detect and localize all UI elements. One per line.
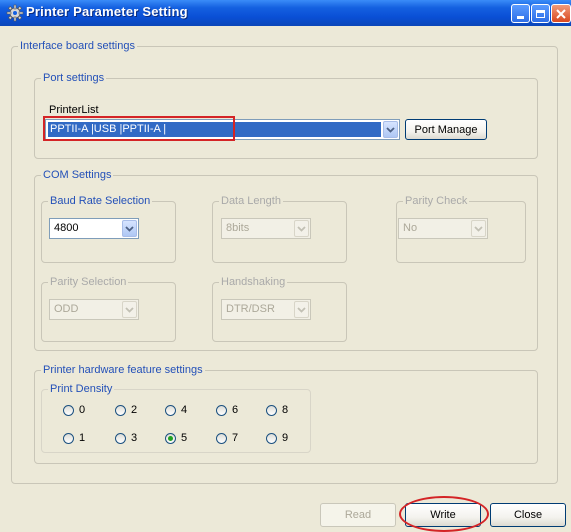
minimize-button[interactable] xyxy=(511,4,530,23)
interface-board-legend: Interface board settings xyxy=(18,40,137,53)
window-title: Printer Parameter Setting xyxy=(26,4,188,19)
chevron-down-icon xyxy=(122,301,137,318)
port-manage-label: Port Manage xyxy=(414,123,478,136)
density-radio[interactable]: 1 xyxy=(63,431,85,445)
close-label: Close xyxy=(513,509,543,521)
density-radio[interactable]: 2 xyxy=(115,403,137,417)
density-radio[interactable]: 0 xyxy=(63,403,85,417)
density-option-label: 4 xyxy=(181,404,188,416)
density-radio[interactable]: 8 xyxy=(266,403,288,417)
baud-rate-dropdown[interactable]: 4800 xyxy=(49,218,139,239)
chevron-down-icon[interactable] xyxy=(122,220,137,237)
radio-circle xyxy=(115,404,126,416)
data-length-dropdown[interactable]: 8bits xyxy=(221,218,311,239)
baud-rate-legend: Baud Rate Selection xyxy=(48,195,153,208)
radio-circle xyxy=(266,432,277,444)
density-option-label: 5 xyxy=(181,432,188,444)
chevron-down-icon xyxy=(294,220,309,237)
density-option-label: 7 xyxy=(232,432,239,444)
parity-selection-legend: Parity Selection xyxy=(48,276,129,289)
radio-circle xyxy=(266,404,277,416)
chevron-down-icon xyxy=(294,301,309,318)
radio-circle xyxy=(216,404,227,416)
handshaking-dropdown[interactable]: DTR/DSR xyxy=(221,299,311,320)
density-option-label: 1 xyxy=(79,432,86,444)
annotation-highlight-rectangle xyxy=(43,116,235,141)
density-radio-selected[interactable]: 5 xyxy=(165,431,187,445)
radio-circle xyxy=(115,432,126,444)
maximize-button[interactable] xyxy=(531,4,550,23)
close-button[interactable]: Close xyxy=(490,503,566,527)
maximize-icon xyxy=(536,9,545,18)
data-length-value: 8bits xyxy=(226,222,250,234)
gear-icon xyxy=(6,4,24,22)
density-option-label: 8 xyxy=(282,404,289,416)
annotation-highlight-ellipse xyxy=(399,496,489,532)
density-radio[interactable]: 3 xyxy=(115,431,137,445)
data-length-legend: Data Length xyxy=(219,195,283,208)
read-button[interactable]: Read xyxy=(320,503,396,527)
density-option-label: 6 xyxy=(232,404,239,416)
radio-circle xyxy=(216,432,227,444)
print-density-legend: Print Density xyxy=(48,383,115,396)
close-icon xyxy=(556,8,566,19)
hardware-settings-legend: Printer hardware feature settings xyxy=(41,364,205,377)
read-label: Read xyxy=(344,509,372,521)
radio-circle xyxy=(63,432,74,444)
radio-circle xyxy=(165,404,176,416)
title-bar[interactable]: Printer Parameter Setting xyxy=(0,0,571,26)
radio-dot xyxy=(168,435,173,441)
density-option-label: 3 xyxy=(131,432,138,444)
parity-check-legend: Parity Check xyxy=(403,195,470,208)
density-radio[interactable]: 6 xyxy=(216,403,238,417)
parity-selection-value: ODD xyxy=(54,303,79,315)
minimize-icon xyxy=(517,16,524,19)
parity-check-dropdown[interactable]: No xyxy=(398,218,488,239)
close-window-button[interactable] xyxy=(551,4,571,23)
parity-selection-dropdown[interactable]: ODD xyxy=(49,299,139,320)
density-option-label: 0 xyxy=(79,404,86,416)
density-option-label: 9 xyxy=(282,432,289,444)
radio-circle xyxy=(165,432,176,444)
baud-rate-value: 4800 xyxy=(54,222,79,234)
port-settings-legend: Port settings xyxy=(41,72,107,85)
density-radio[interactable]: 9 xyxy=(266,431,288,445)
density-radio[interactable]: 7 xyxy=(216,431,238,445)
parity-check-value: No xyxy=(403,222,418,234)
density-radio[interactable]: 4 xyxy=(165,403,187,417)
port-manage-button[interactable]: Port Manage xyxy=(405,119,487,140)
com-settings-legend: COM Settings xyxy=(41,169,114,182)
chevron-down-icon[interactable] xyxy=(383,121,398,138)
handshaking-value: DTR/DSR xyxy=(226,303,275,315)
radio-circle xyxy=(63,404,74,416)
chevron-down-icon xyxy=(471,220,486,237)
handshaking-legend: Handshaking xyxy=(219,276,288,289)
density-option-label: 2 xyxy=(131,404,138,416)
printer-list-label: PrinterList xyxy=(49,104,99,116)
